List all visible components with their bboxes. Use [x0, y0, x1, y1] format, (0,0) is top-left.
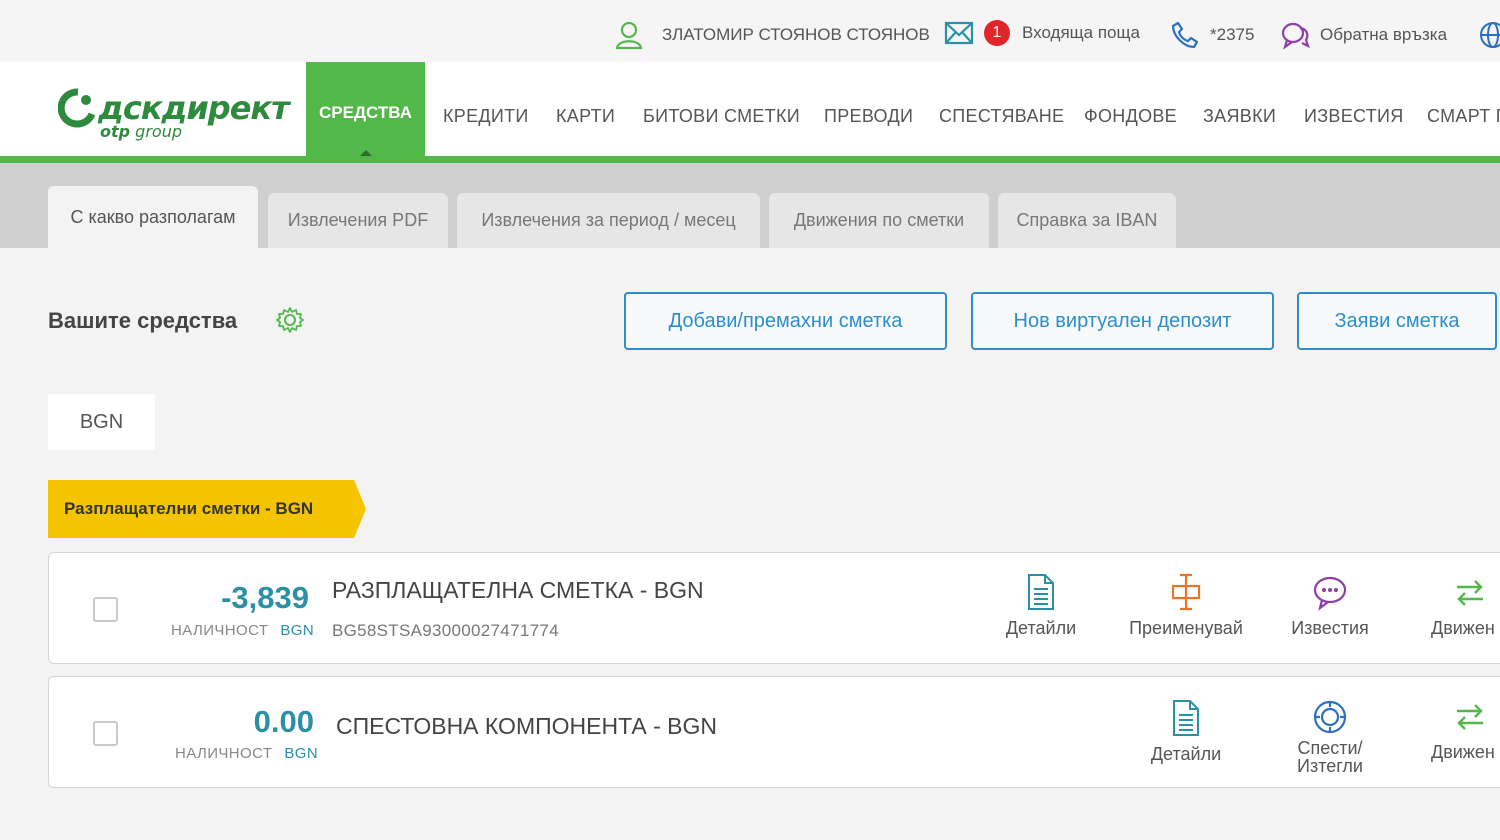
nav-item-karti[interactable]: КАРТИ [556, 106, 615, 127]
notifications-action[interactable]: Известия [1260, 575, 1400, 637]
transfer-arrows-icon [1457, 580, 1483, 606]
movements-action[interactable]: Движен [1405, 699, 1500, 761]
feedback-label: Обратна връзка [1320, 25, 1448, 44]
feedback-link[interactable]: Обратна връзка [1280, 20, 1447, 50]
dsk-direct-logo[interactable]: дскдирект otp group [58, 88, 290, 141]
gear-icon[interactable] [276, 306, 304, 339]
language-button[interactable] [1478, 20, 1500, 50]
account-card: -3,839 НАЛИЧНОСТ BGN РАЗПЛАЩАТЕЛНА СМЕТКА… [48, 552, 1500, 664]
nav-item-izvestiya[interactable]: ИЗВЕСТИЯ [1304, 106, 1404, 127]
nav-item-prevodi[interactable]: ПРЕВОДИ [824, 106, 913, 127]
phone-link[interactable]: *2375 [1170, 20, 1254, 50]
add-remove-account-button[interactable]: Добави/премахни сметка [624, 292, 947, 350]
nav-item-zayavki[interactable]: ЗАЯВКИ [1203, 106, 1276, 127]
document-icon [1173, 700, 1199, 736]
account-name[interactable]: РАЗПЛАЩАТЕЛНА СМЕТКА - BGN [332, 577, 704, 604]
logo-mark-icon [58, 88, 96, 128]
nav-item-bitovi-smetki[interactable]: БИТОВИ СМЕТКИ [643, 106, 800, 127]
nav-item-smart[interactable]: СМАРТ П [1427, 106, 1500, 127]
speech-bubble-icon [1313, 576, 1347, 611]
account-iban: BG58STSA93000027471774 [332, 621, 559, 640]
nav-item-sredstva[interactable]: СРЕДСТВА [306, 62, 425, 163]
account-card: 0.00 НАЛИЧНОСТ BGN СПЕСТОВНА КОМПОНЕНТА -… [48, 676, 1500, 788]
user-name: ЗЛАТОМИР СТОЯНОВ СТОЯНОВ [662, 25, 930, 44]
details-action[interactable]: Детайли [1116, 699, 1256, 763]
account-balance-amount: 0.00 [253, 704, 314, 739]
safe-dial-icon [1313, 700, 1347, 734]
balance-label: НАЛИЧНОСТ BGN [171, 622, 315, 639]
inbox-link[interactable]: 1 Входяща поща [944, 20, 1140, 46]
new-virtual-deposit-button[interactable]: Нов виртуален депозит [971, 292, 1274, 350]
nav-divider [0, 156, 1500, 163]
request-account-button[interactable]: Заяви сметка [1297, 292, 1497, 350]
user-profile-link[interactable]: ЗЛАТОМИР СТОЯНОВ СТОЯНОВ [614, 20, 930, 50]
inbox-count-badge: 1 [984, 20, 1010, 46]
tab-iban-reference[interactable]: Справка за IBAN [998, 193, 1176, 248]
subtabs-bar: С какво разполагам Извлечения PDF Извлеч… [0, 163, 1500, 248]
currency-tab-bgn[interactable]: BGN [48, 394, 155, 450]
rename-cursor-icon [1171, 573, 1201, 611]
account-group-label: Разплащателни сметки - BGN [48, 480, 366, 538]
phone-number: *2375 [1210, 25, 1255, 44]
nav-item-fondove[interactable]: ФОНДОВЕ [1084, 106, 1177, 127]
tab-account-movements[interactable]: Движения по сметки [769, 193, 989, 248]
main-navigation: дскдирект otp group СРЕДСТВА КРЕДИТИ КАР… [0, 62, 1500, 163]
account-name[interactable]: СПЕСТОВНА КОМПОНЕНТА - BGN [336, 713, 717, 740]
rename-action[interactable]: Преименувай [1116, 573, 1256, 637]
page-title: Вашите средства [48, 308, 238, 333]
tab-period-statements[interactable]: Извлечения за период / месец [457, 193, 760, 248]
movements-action[interactable]: Движен [1405, 575, 1500, 637]
tab-what-i-have[interactable]: С какво разполагам [48, 186, 258, 248]
account-balance-amount: -3,839 [221, 580, 309, 615]
phone-icon [1170, 20, 1200, 50]
logo-subtitle: otp group [100, 122, 182, 141]
save-withdraw-action[interactable]: Спести/ Изтегли [1260, 699, 1400, 775]
tab-pdf-statements[interactable]: Извлечения PDF [268, 193, 448, 248]
globe-icon [1478, 20, 1500, 50]
nav-item-krediti[interactable]: КРЕДИТИ [443, 106, 529, 127]
envelope-icon [944, 21, 974, 45]
nav-item-spestyavane[interactable]: СПЕСТЯВАНЕ [939, 106, 1064, 127]
top-utility-bar: ЗЛАТОМИР СТОЯНОВ СТОЯНОВ 1 Входяща поща … [0, 0, 1500, 62]
document-icon [1028, 574, 1054, 610]
balance-label: НАЛИЧНОСТ BGN [175, 745, 319, 762]
details-action[interactable]: Детайли [971, 573, 1111, 637]
chat-bubbles-icon [1280, 20, 1310, 50]
user-icon [614, 20, 644, 50]
transfer-arrows-icon [1457, 704, 1483, 730]
inbox-label: Входяща поща [1022, 23, 1140, 42]
